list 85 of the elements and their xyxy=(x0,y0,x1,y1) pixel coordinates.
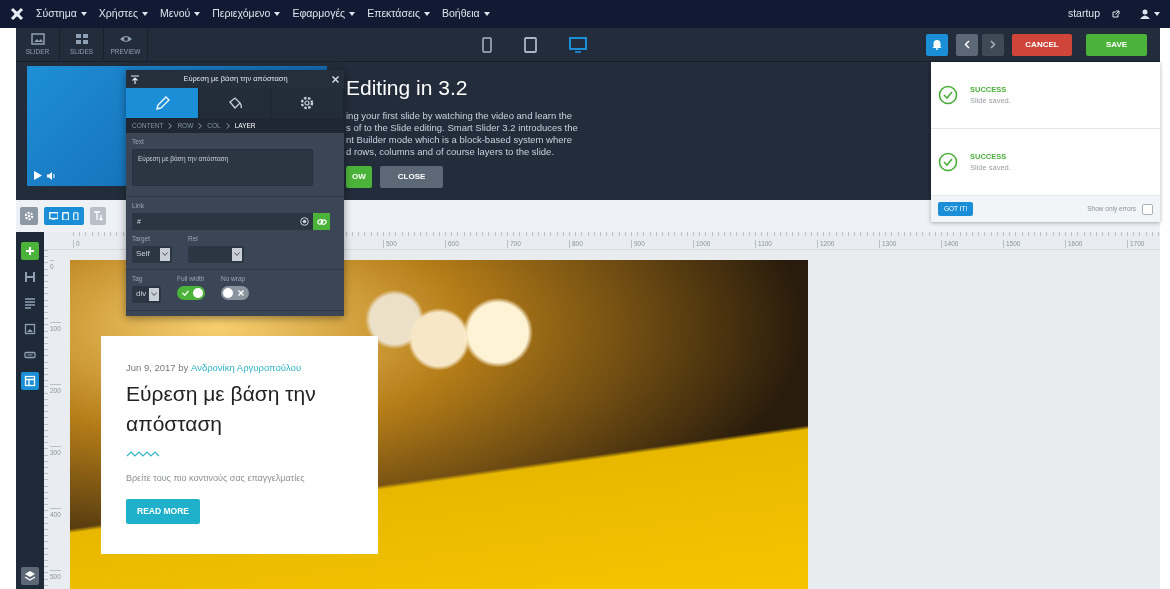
menu-item[interactable]: Σύστημα xyxy=(36,6,87,22)
tablet-icon xyxy=(524,36,537,53)
speaker-icon xyxy=(47,172,56,180)
phone-icon xyxy=(482,36,492,53)
chevron-left-icon xyxy=(964,40,970,49)
add-icon xyxy=(24,245,36,257)
sidebar-button[interactable] xyxy=(21,372,39,390)
toggle-switch[interactable] xyxy=(177,285,205,300)
device-switcher[interactable] xyxy=(44,207,84,225)
logo-icon xyxy=(10,7,24,21)
bell-icon xyxy=(932,39,942,50)
show-only-errors-checkbox[interactable] xyxy=(1142,203,1153,215)
welcome-title: Editing in 3.2 xyxy=(346,75,469,101)
caret-icon xyxy=(349,12,356,16)
menu-item[interactable]: Μενού xyxy=(160,6,201,22)
settings-icon xyxy=(299,95,316,111)
caret-icon xyxy=(80,12,87,16)
chevron-right-icon xyxy=(225,122,230,129)
grid-icon xyxy=(74,32,89,45)
clear-icon xyxy=(300,217,309,226)
target-select[interactable]: Self xyxy=(132,245,172,263)
layout-icon xyxy=(24,375,36,387)
layers-icon xyxy=(24,570,36,582)
heading-icon xyxy=(24,271,36,283)
pencil-icon xyxy=(153,95,170,111)
tag-select[interactable]: div xyxy=(132,285,161,303)
previous-button[interactable] xyxy=(956,33,978,56)
cancel-button[interactable]: CANCEL xyxy=(1012,33,1072,56)
sidebar-button[interactable] xyxy=(21,242,39,260)
post-date: Jun 9, 2017 by xyxy=(126,362,189,373)
play-icon xyxy=(34,171,42,180)
notifications-button[interactable] xyxy=(926,33,948,56)
layers-button[interactable] xyxy=(21,567,39,585)
toggle-switch[interactable] xyxy=(221,285,249,300)
external-link-icon xyxy=(1112,10,1120,18)
menu-item[interactable]: Επεκτάσεις xyxy=(367,6,430,22)
clear-button[interactable] xyxy=(296,213,313,230)
settings-icon xyxy=(24,211,34,221)
device-button[interactable] xyxy=(482,36,492,53)
paragraph-icon xyxy=(24,297,36,309)
cross-icon xyxy=(238,289,244,296)
device-button[interactable] xyxy=(524,36,537,53)
monitor-icon xyxy=(49,211,59,221)
button-icon xyxy=(24,349,36,361)
image-icon xyxy=(30,32,45,45)
chevron-right-icon xyxy=(198,122,203,129)
menu-item[interactable]: Βοήθεια xyxy=(442,6,490,22)
chevron-down-icon xyxy=(162,252,168,257)
phone-icon xyxy=(73,211,79,221)
card-text: Βρείτε τους πιο κοντινούς σας επαγγελματίες xyxy=(126,471,306,485)
next-button[interactable] xyxy=(982,33,1004,56)
rel-select[interactable] xyxy=(188,245,244,263)
check-icon xyxy=(182,289,189,296)
user-menu-button[interactable] xyxy=(1140,9,1160,19)
pin-icon[interactable] xyxy=(131,74,139,84)
caret-icon xyxy=(194,12,201,16)
chevron-right-icon xyxy=(990,40,996,49)
menu-item[interactable]: Περιεχόμενο xyxy=(212,6,281,22)
check-circle-icon xyxy=(938,85,958,105)
settings-button[interactable] xyxy=(20,207,38,225)
welcome-paragraph: ing your first slide by watching the video and learn the s of to the Slide editing. Smart Slider 3.2 introduces the nt Builder mode which is a block-based system where d rows, columns and of course layers to the slide. xyxy=(346,109,578,158)
caret-icon xyxy=(274,12,281,16)
chevron-down-icon xyxy=(234,252,240,257)
close-button[interactable] xyxy=(332,73,339,85)
image-icon xyxy=(24,323,36,335)
caret-icon xyxy=(1154,12,1160,16)
check-circle-icon xyxy=(938,152,958,172)
zigzag-icon xyxy=(126,450,160,459)
user-icon xyxy=(1140,9,1150,19)
device-button[interactable] xyxy=(569,36,587,53)
site-link[interactable]: startup xyxy=(1067,6,1100,22)
caret-icon xyxy=(483,12,490,16)
chevron-down-icon xyxy=(151,292,157,296)
welcome-button[interactable]: CLOSE xyxy=(379,165,444,188)
monitor-icon xyxy=(569,36,587,53)
menu-item[interactable]: Χρήστες xyxy=(98,6,148,22)
menu-item[interactable]: Εφαρμογές xyxy=(292,6,356,22)
caret-icon xyxy=(424,12,430,16)
text-size-icon xyxy=(92,211,103,221)
close-icon xyxy=(332,76,339,84)
link-icon xyxy=(316,217,327,226)
card-heading: Εύρεση με βάση την απόσταση xyxy=(126,381,317,438)
chevron-right-icon xyxy=(168,122,173,129)
caret-icon xyxy=(142,12,148,16)
tablet-icon xyxy=(62,211,70,221)
